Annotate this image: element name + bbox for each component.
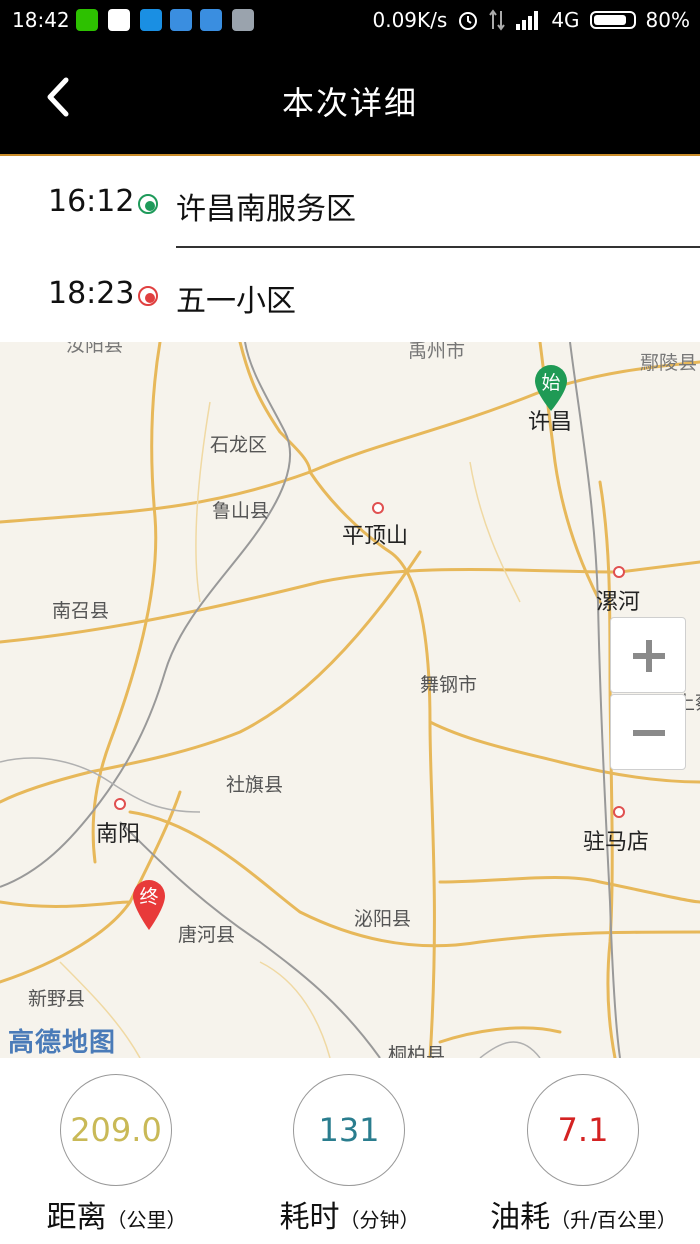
map-label-xinye: 新野县: [28, 988, 86, 1010]
status-bar: 18:42 0.09K/s 4G 80%: [0, 0, 700, 40]
map-label-yuzhou: 禹州市: [408, 342, 466, 362]
minus-icon: [633, 717, 665, 749]
distance-unit: （公里）: [106, 1208, 187, 1232]
weather-icon: [170, 9, 192, 31]
end-marker-icon[interactable]: 终: [131, 878, 167, 930]
map-label-biyang: 泌阳县: [354, 908, 412, 930]
map-label-lushan: 鲁山县: [212, 500, 270, 522]
route-map[interactable]: 汝阳县 禹州市 鄢陵县 许昌 石龙区 鲁山县 平顶山 漯河 南召县 舞钢市 上蔡…: [0, 342, 700, 1058]
map-label-sheqi: 社旗县: [226, 774, 284, 796]
fuel-unit: （升/百公里）: [550, 1208, 677, 1232]
map-label-shilong: 石龙区: [210, 434, 268, 456]
fuel-value: 7.1: [527, 1074, 639, 1186]
alarm-icon: [459, 12, 478, 30]
map-label-tanghe: 唐河县: [178, 924, 236, 946]
start-marker-icon[interactable]: 始: [533, 364, 569, 412]
zoom-out-button[interactable]: [610, 694, 686, 770]
distance-value: 209.0: [60, 1074, 172, 1186]
map-label-luohe: 漯河: [596, 590, 641, 615]
map-label-pingdingshan: 平顶山: [342, 524, 409, 549]
route-start-row: 16:12 许昌南服务区: [0, 156, 700, 248]
map-city-dots: [114, 502, 625, 818]
end-place: 五一小区: [176, 284, 296, 319]
zoom-in-button[interactable]: [610, 617, 686, 693]
amap-logo: 高德地图: [8, 1028, 117, 1058]
network-type: 4G: [551, 8, 580, 32]
network-speed: 0.09K/s: [372, 8, 448, 32]
notes-icon: [232, 9, 254, 31]
stat-duration: 131 耗时（分钟）: [233, 1058, 466, 1244]
data-transfer-icon: [489, 9, 506, 31]
page-title: 本次详细: [281, 84, 418, 122]
start-marker-label: 始: [541, 372, 561, 394]
stat-fuel: 7.1 油耗（升/百公里）: [467, 1058, 700, 1244]
duration-unit: （分钟）: [339, 1208, 420, 1232]
map-label-wugang: 舞钢市: [420, 674, 478, 696]
battery-icon: [589, 11, 636, 29]
map-label-nanyang: 南阳: [96, 822, 141, 847]
map-label-ruyang: 汝阳县: [66, 342, 124, 356]
route-end-row: 18:23 五一小区: [0, 248, 700, 340]
map-roads: [0, 342, 700, 1058]
weather-icon-2: [200, 9, 222, 31]
map-label-yanling: 鄢陵县: [640, 352, 698, 374]
qq-icon: [108, 9, 130, 31]
battery-level: 80%: [645, 8, 690, 32]
fuel-label: 油耗: [490, 1200, 551, 1235]
end-dot-icon: [138, 286, 158, 306]
trip-stats: 209.0 距离（公里） 131 耗时（分钟） 7.1 油耗（升/百公里）: [0, 1058, 700, 1244]
start-time: 16:12: [48, 184, 135, 219]
map-label-nanzhao: 南召县: [52, 600, 110, 622]
start-dot-icon: [138, 194, 158, 214]
plus-icon: [633, 640, 665, 672]
end-time: 18:23: [48, 276, 135, 311]
duration-value: 131: [293, 1074, 405, 1186]
end-marker-label: 终: [139, 886, 159, 908]
route-summary: 16:12 许昌南服务区 18:23 五一小区: [0, 156, 700, 342]
duration-label: 耗时: [279, 1200, 340, 1235]
kugou-icon: [140, 9, 162, 31]
map-label-tongbai: 桐柏县: [388, 1044, 446, 1058]
app-header: 本次详细: [0, 40, 700, 154]
status-time: 18:42: [12, 8, 70, 32]
stat-distance: 209.0 距离（公里）: [0, 1058, 233, 1244]
map-label-zhumadian: 驻马店: [583, 830, 650, 855]
wechat-icon: [76, 9, 98, 31]
signal-icon: [516, 11, 539, 30]
start-place: 许昌南服务区: [176, 192, 356, 227]
distance-label: 距离: [46, 1200, 107, 1235]
